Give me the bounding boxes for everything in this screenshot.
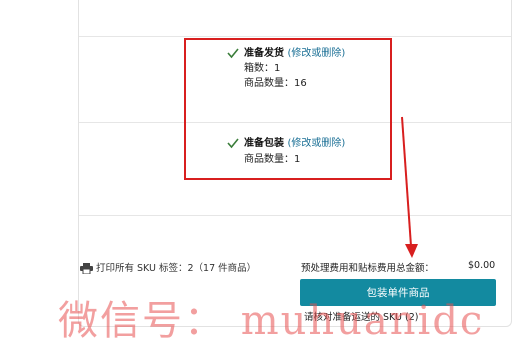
- printer-icon: [80, 263, 93, 274]
- watermark-text: 微信号： muhuanidc: [58, 298, 485, 344]
- print-labels-text: 打印所有 SKU 标签：2（17 件商品）: [96, 263, 257, 274]
- print-all-sku-labels[interactable]: 打印所有 SKU 标签：2（17 件商品）: [80, 260, 256, 274]
- fee-total-amount: $0.00: [468, 260, 496, 271]
- fee-total-label: 预处理费用和贴标费用总金额：: [301, 263, 435, 274]
